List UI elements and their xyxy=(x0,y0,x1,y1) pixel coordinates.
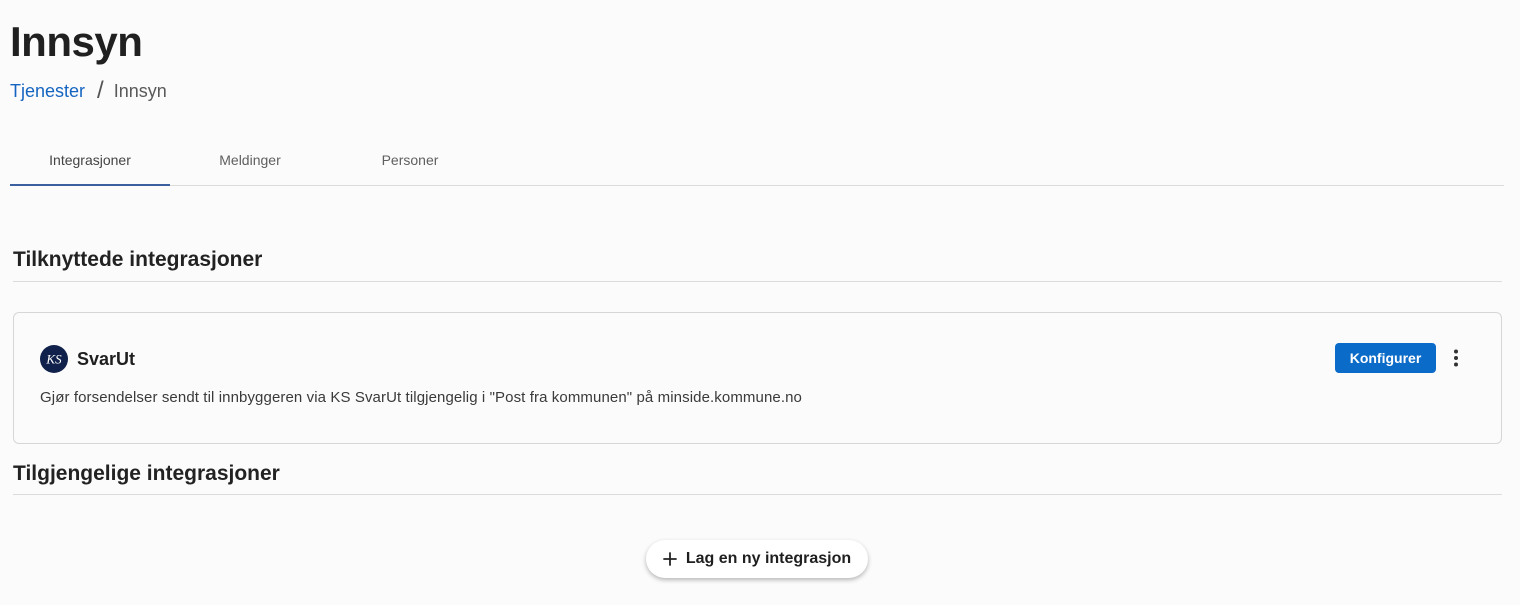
breadcrumb: Tjenester / Innsyn xyxy=(10,78,167,104)
plus-icon xyxy=(662,552,677,566)
breadcrumb-separator: / xyxy=(97,77,104,104)
section-divider xyxy=(13,281,1502,282)
tab-personer[interactable]: Personer xyxy=(330,136,490,184)
ks-logo-icon: KS xyxy=(40,345,68,373)
integration-name: SvarUt xyxy=(77,349,136,369)
ks-logo-text: KS xyxy=(45,352,62,367)
breadcrumb-link-tjenester[interactable]: Tjenester xyxy=(10,78,85,104)
more-vert-icon[interactable] xyxy=(1446,346,1466,370)
tab-integrasjoner[interactable]: Integrasjoner xyxy=(10,136,170,186)
add-integration-button[interactable]: Lag en ny integrasjon xyxy=(646,540,868,578)
section-divider xyxy=(13,494,1502,495)
page-title: Innsyn xyxy=(10,18,143,65)
tab-bar: Integrasjoner Meldinger Personer xyxy=(10,136,1504,186)
integration-card-svarut: KS SvarUt Gjør forsendelser sendt til in… xyxy=(13,312,1502,444)
tab-meldinger[interactable]: Meldinger xyxy=(170,136,330,184)
available-integrations-heading: Tilgjengelige integrasjoner xyxy=(13,462,280,485)
connected-integrations-heading: Tilknyttede integrasjoner xyxy=(13,248,263,271)
configure-button[interactable]: Konfigurer xyxy=(1335,343,1436,373)
integration-description: Gjør forsendelser sendt til innbyggeren … xyxy=(40,389,803,406)
add-integration-label: Lag en ny integrasjon xyxy=(685,550,852,567)
page: Innsyn Tjenester / Innsyn Integrasjoner … xyxy=(0,0,1520,605)
breadcrumb-current: Innsyn xyxy=(113,81,167,101)
